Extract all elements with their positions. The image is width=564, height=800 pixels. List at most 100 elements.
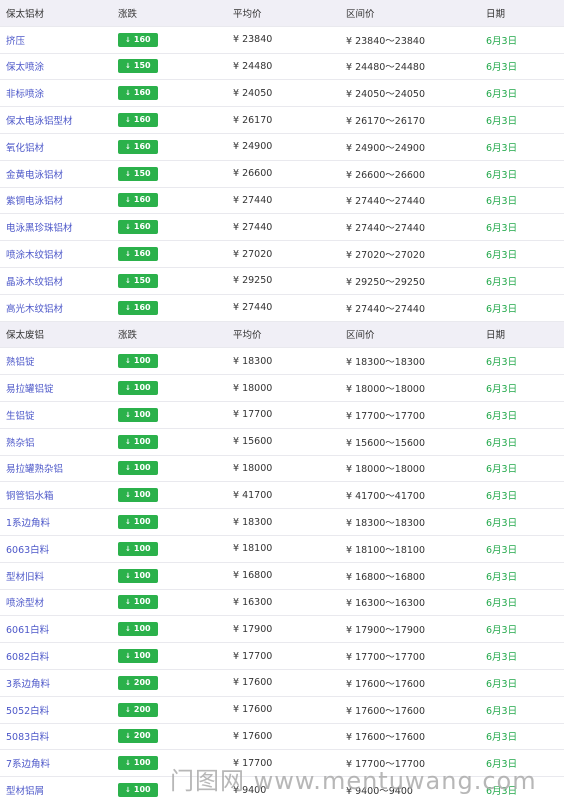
date-value: 6月3日 — [486, 62, 518, 74]
average-price: ¥ 17700 — [233, 409, 273, 421]
change-cell: ↓ 100 — [118, 402, 228, 428]
table-row: 3系边角料 ↓ 200 ¥ 17600 ¥ 17600～17600 6月3日 — [0, 670, 564, 697]
product-name-link[interactable]: 3系边角料 — [6, 670, 116, 696]
header-average-price: 平均价 — [233, 8, 262, 20]
product-name-link[interactable]: 氧化铝材 — [6, 134, 116, 160]
price-range: ¥ 27440～27440 — [346, 303, 426, 315]
product-name-link[interactable]: 熟杂铝 — [6, 429, 116, 455]
change-value: 100 — [133, 651, 151, 661]
product-name-link[interactable]: 喷涂木纹铝材 — [6, 241, 116, 267]
average-price: ¥ 24480 — [233, 60, 273, 72]
change-badge: ↓ 200 — [118, 702, 158, 717]
table-row: 晶泳木纹铝材 ↓ 150 ¥ 29250 ¥ 29250～29250 6月3日 — [0, 268, 564, 295]
change-cell: ↓ 100 — [118, 643, 228, 669]
product-name-link[interactable]: 型材铝屑 — [6, 777, 116, 800]
down-arrow-icon: ↓ — [125, 571, 131, 580]
down-arrow-icon: ↓ — [125, 250, 131, 259]
change-value: 100 — [133, 356, 151, 366]
average-price: ¥ 41700 — [233, 489, 273, 501]
change-value: 160 — [133, 141, 151, 151]
price-range: ¥ 27020～27020 — [346, 250, 426, 262]
date-value: 6月3日 — [486, 437, 518, 449]
change-value: 150 — [133, 61, 151, 71]
product-name-link[interactable]: 铜管铝水箱 — [6, 482, 116, 508]
product-name-link[interactable]: 型材旧料 — [6, 563, 116, 589]
average-price: ¥ 18100 — [233, 543, 273, 555]
average-price: ¥ 27020 — [233, 248, 273, 260]
product-name-link[interactable]: 易拉罐熟杂铝 — [6, 456, 116, 482]
header-date: 日期 — [486, 330, 506, 342]
product-name-link[interactable]: 金黄电泳铝材 — [6, 161, 116, 187]
change-badge: ↓ 100 — [118, 783, 158, 798]
change-badge: ↓ 160 — [118, 139, 158, 154]
product-name-link[interactable]: 高光木纹铝材 — [6, 295, 116, 321]
change-badge: ↓ 160 — [118, 247, 158, 262]
change-badge: ↓ 200 — [118, 675, 158, 690]
product-name-link[interactable]: 喷涂型材 — [6, 590, 116, 616]
product-name-link[interactable]: 5083白料 — [6, 724, 116, 750]
average-price: ¥ 17600 — [233, 677, 273, 689]
change-value: 150 — [133, 275, 151, 285]
product-name-link[interactable]: 电泳黑珍珠铝材 — [6, 214, 116, 240]
table-row: 紫铜电泳铝材 ↓ 160 ¥ 27440 ¥ 27440～27440 6月3日 — [0, 187, 564, 215]
down-arrow-icon: ↓ — [125, 89, 131, 98]
table-row: 非标喷涂 ↓ 160 ¥ 24050 ¥ 24050～24050 6月3日 — [0, 80, 564, 108]
down-arrow-icon: ↓ — [125, 518, 131, 527]
product-name-link[interactable]: 非标喷涂 — [6, 80, 116, 106]
table-row: 生铝锭 ↓ 100 ¥ 17700 ¥ 17700～17700 6月3日 — [0, 402, 564, 429]
change-cell: ↓ 100 — [118, 348, 228, 374]
change-badge: ↓ 100 — [118, 515, 158, 530]
product-name-link[interactable]: 7系边角料 — [6, 750, 116, 776]
change-cell: ↓ 100 — [118, 563, 228, 589]
change-badge: ↓ 100 — [118, 595, 158, 610]
date-value: 6月3日 — [486, 678, 518, 690]
average-price: ¥ 18300 — [233, 355, 273, 367]
change-value: 100 — [133, 383, 151, 393]
change-value: 100 — [133, 436, 151, 446]
change-badge: ↓ 160 — [118, 300, 158, 315]
down-arrow-icon: ↓ — [125, 196, 131, 205]
product-name-link[interactable]: 保太喷涂 — [6, 54, 116, 80]
change-value: 100 — [133, 517, 151, 527]
product-name-link[interactable]: 保太电泳铝型材 — [6, 107, 116, 133]
change-value: 160 — [133, 249, 151, 259]
table-row: 6063白料 ↓ 100 ¥ 18100 ¥ 18100～18100 6月3日 — [0, 536, 564, 563]
date-value: 6月3日 — [486, 491, 518, 503]
change-badge: ↓ 100 — [118, 354, 158, 369]
table-row: 易拉罐铝锭 ↓ 100 ¥ 18000 ¥ 18000～18000 6月3日 — [0, 375, 564, 402]
price-range: ¥ 29250～29250 — [346, 276, 426, 288]
product-name-link[interactable]: 挤压 — [6, 27, 116, 53]
product-name-link[interactable]: 6082白料 — [6, 643, 116, 669]
product-name-link[interactable]: 熟铝锭 — [6, 348, 116, 374]
change-cell: ↓ 100 — [118, 456, 228, 482]
product-name-link[interactable]: 6063白料 — [6, 536, 116, 562]
change-cell: ↓ 100 — [118, 375, 228, 401]
product-name-link[interactable]: 生铝锭 — [6, 402, 116, 428]
change-value: 150 — [133, 168, 151, 178]
down-arrow-icon: ↓ — [125, 732, 131, 741]
change-cell: ↓ 150 — [118, 54, 228, 80]
price-range: ¥ 23840～23840 — [346, 35, 426, 47]
product-name-link[interactable]: 紫铜电泳铝材 — [6, 188, 116, 214]
product-name-link[interactable]: 6061白料 — [6, 616, 116, 642]
date-value: 6月3日 — [486, 303, 518, 315]
average-price: ¥ 16800 — [233, 570, 273, 582]
price-range: ¥ 18000～18000 — [346, 464, 426, 476]
product-name-link[interactable]: 晶泳木纹铝材 — [6, 268, 116, 294]
price-range: ¥ 17600～17600 — [346, 705, 426, 717]
change-badge: ↓ 160 — [118, 220, 158, 235]
header-change: 涨跌 — [118, 8, 138, 20]
change-value: 100 — [133, 597, 151, 607]
change-badge: ↓ 100 — [118, 488, 158, 503]
change-cell: ↓ 100 — [118, 616, 228, 642]
change-badge: ↓ 100 — [118, 461, 158, 476]
average-price: ¥ 27440 — [233, 302, 273, 314]
change-cell: ↓ 160 — [118, 134, 228, 160]
date-value: 6月3日 — [486, 357, 518, 369]
product-name-link[interactable]: 5052白料 — [6, 697, 116, 723]
header-category: 保太废铝 — [6, 330, 45, 342]
product-name-link[interactable]: 易拉罐铝锭 — [6, 375, 116, 401]
product-name-link[interactable]: 1系边角料 — [6, 509, 116, 535]
price-range: ¥ 27440～27440 — [346, 223, 426, 235]
change-cell: ↓ 160 — [118, 214, 228, 240]
